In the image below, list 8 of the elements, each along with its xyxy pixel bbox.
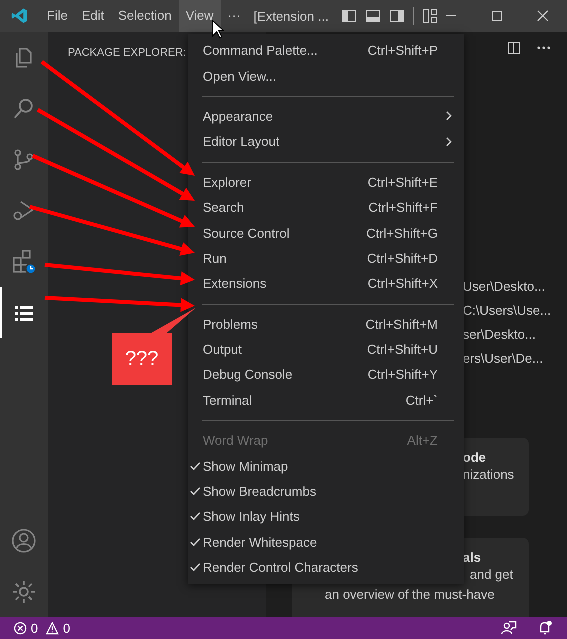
sidebar-title: PACKAGE EXPLORER: [68,47,186,59]
card-description: nizations [463,466,516,484]
window-title: [Extension ... [254,8,329,24]
annotation-callout: ??? [112,333,172,385]
card-title: ode [463,450,488,465]
card-description: an overview of the must-have [325,586,496,604]
card-title: als [463,550,482,565]
card-description: and get [470,566,514,584]
